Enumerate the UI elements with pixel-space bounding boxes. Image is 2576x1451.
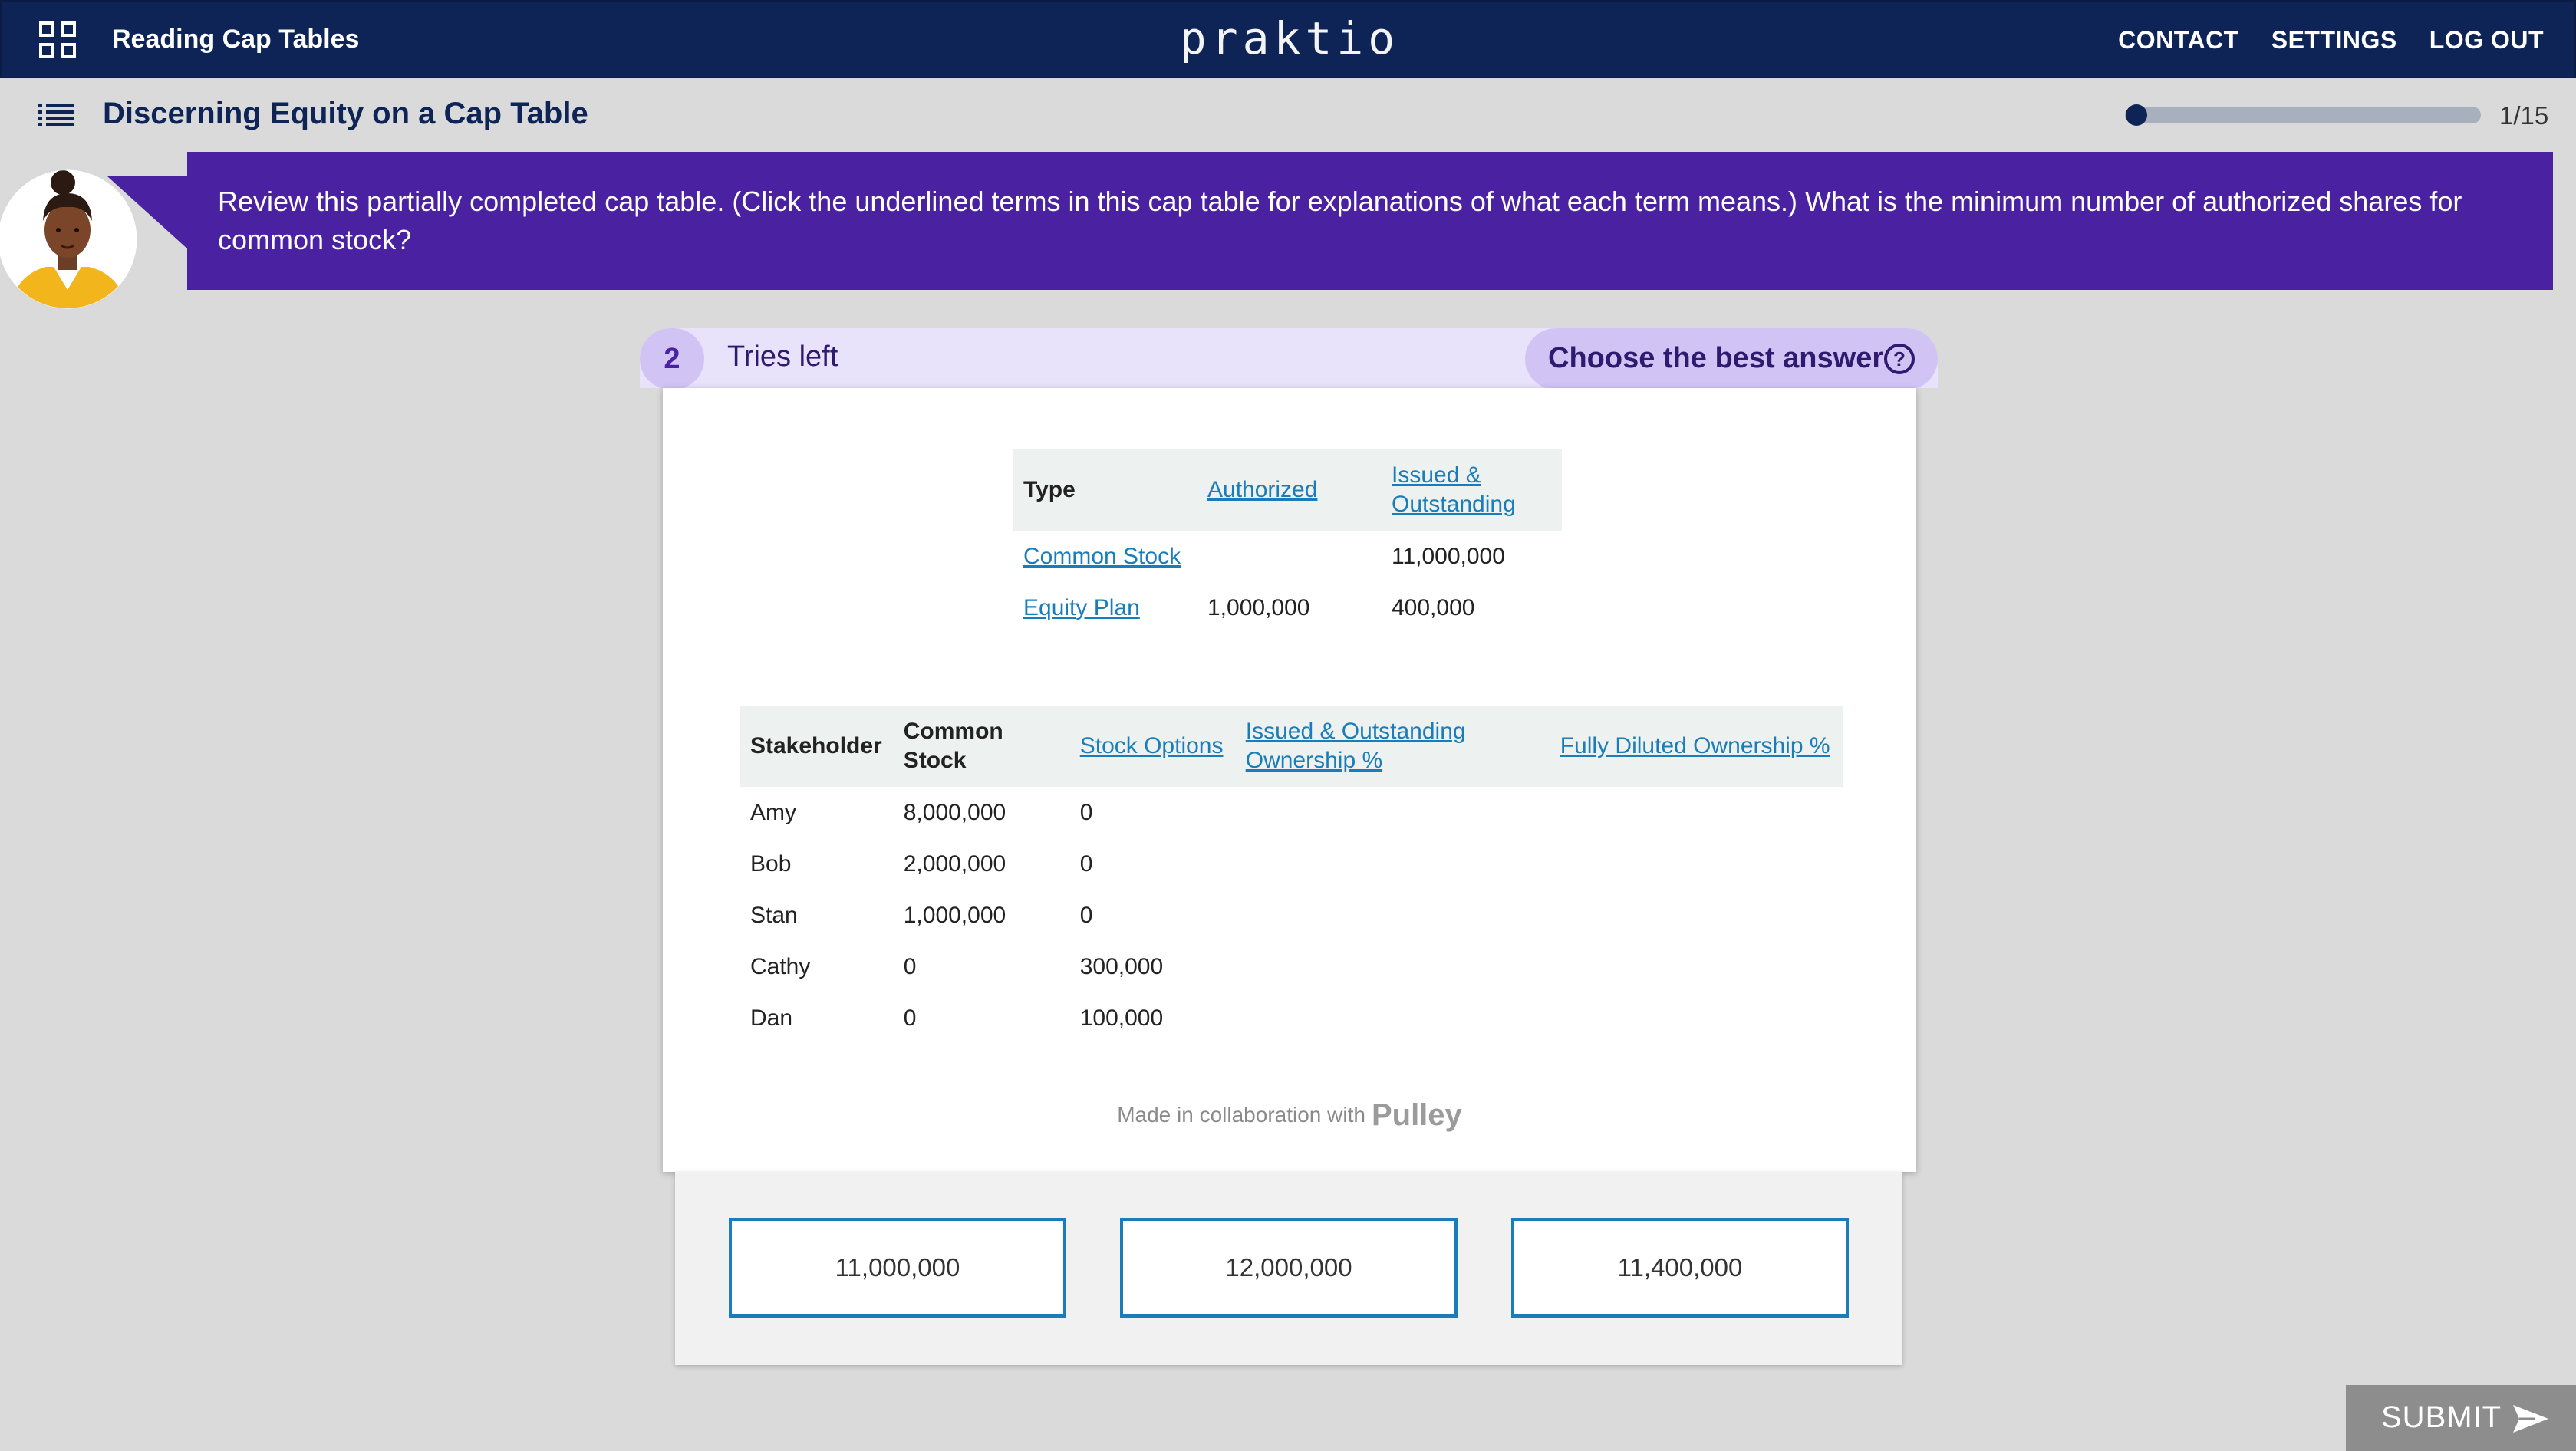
- table-cell: Cathy: [750, 953, 811, 979]
- partner-logo: Pulley: [1371, 1098, 1462, 1132]
- nav-contact-link[interactable]: CONTACT: [2118, 26, 2239, 54]
- term-link-equity-plan[interactable]: Equity Plan: [1023, 595, 1140, 620]
- table-row: Stan 1,000,000 0: [740, 890, 1843, 941]
- table-cell: [1550, 890, 1843, 941]
- table-row: Common Stock 11,000,000: [1013, 531, 1562, 582]
- table-cell: [1235, 787, 1550, 838]
- share-types-table: Type Authorized Issued & Outstanding Com…: [1013, 449, 1562, 633]
- collaboration-credit: Made in collaboration with Pulley: [663, 1098, 1916, 1133]
- table-cell: 0: [903, 953, 917, 979]
- tries-left-count: 2: [640, 328, 704, 390]
- table-cell: 1,000,000: [1207, 594, 1310, 620]
- answer-mode-label: Choose the best answer: [1548, 342, 1884, 374]
- table-cell: 100,000: [1079, 1005, 1164, 1031]
- table-cell: 8,000,000: [903, 799, 1006, 825]
- lesson-list-icon[interactable]: [38, 103, 74, 127]
- table-cell: 0: [1079, 902, 1093, 928]
- table-cell: 11,000,000: [1392, 543, 1505, 569]
- tries-left-label: Tries left: [727, 341, 838, 373]
- help-icon[interactable]: ?: [1884, 344, 1915, 374]
- table-cell: [1550, 838, 1843, 890]
- table-cell: Dan: [750, 1005, 793, 1031]
- table-row: Cathy 0 300,000: [740, 941, 1843, 992]
- table-cell: 2,000,000: [903, 851, 1006, 877]
- prompt-bubble: Review this partially completed cap tabl…: [187, 152, 2553, 290]
- table-cell: Amy: [750, 799, 796, 825]
- submit-button[interactable]: SUBMIT: [2346, 1385, 2576, 1451]
- column-header-type: Type: [1013, 449, 1197, 531]
- term-link-common-stock[interactable]: Common Stock: [1023, 544, 1181, 569]
- send-arrow-icon: [2513, 1405, 2548, 1433]
- table-cell: [1235, 838, 1550, 890]
- table-cell: [1550, 992, 1843, 1044]
- table-cell: 0: [903, 1005, 917, 1031]
- answer-choices: 11,000,000 12,000,000 11,400,000: [675, 1172, 1902, 1365]
- table-cell: [1197, 531, 1381, 582]
- table-cell: 1,000,000: [903, 902, 1006, 928]
- table-cell: 0: [1079, 851, 1093, 877]
- table-cell: Stan: [750, 902, 798, 928]
- term-link-issued-ownership[interactable]: Issued & Outstanding Ownership %: [1246, 719, 1466, 773]
- cap-table-card: Type Authorized Issued & Outstanding Com…: [663, 388, 1916, 1172]
- answer-choice-2[interactable]: 12,000,000: [1120, 1218, 1458, 1318]
- nav-settings-link[interactable]: SETTINGS: [2271, 26, 2397, 54]
- table-row: Dan 0 100,000: [740, 992, 1843, 1044]
- table-row: Equity Plan 1,000,000 400,000: [1013, 582, 1562, 633]
- answer-choice-1[interactable]: 11,000,000: [729, 1218, 1066, 1318]
- table-cell: [1550, 787, 1843, 838]
- term-link-stock-options[interactable]: Stock Options: [1080, 733, 1224, 758]
- answer-choice-3[interactable]: 11,400,000: [1511, 1218, 1849, 1318]
- stakeholders-table: Stakeholder Common Stock Stock Options I…: [740, 706, 1843, 1044]
- table-cell: 0: [1079, 799, 1093, 825]
- table-cell: 300,000: [1079, 953, 1164, 979]
- nav-logout-link[interactable]: LOG OUT: [2429, 26, 2544, 54]
- top-bar: Reading Cap Tables praktio CONTACT SETTI…: [0, 0, 2576, 78]
- table-cell: [1550, 941, 1843, 992]
- collaboration-text: Made in collaboration with: [1117, 1103, 1365, 1127]
- prompt-text: Review this partially completed cap tabl…: [218, 186, 2462, 255]
- column-header-common-stock: Common Stock: [892, 706, 1069, 787]
- progress-indicator: [2126, 104, 2147, 126]
- column-header-stakeholder: Stakeholder: [740, 706, 893, 787]
- table-cell: Bob: [750, 851, 792, 877]
- table-row: Amy 8,000,000 0: [740, 787, 1843, 838]
- table-cell: [1235, 941, 1550, 992]
- table-cell: [1235, 890, 1550, 941]
- progress-count: 1/15: [2499, 101, 2549, 130]
- submit-label: SUBMIT: [2381, 1400, 2502, 1434]
- lesson-title: Discerning Equity on a Cap Table: [103, 97, 588, 130]
- speech-bubble-tail: [107, 176, 189, 250]
- answer-mode-pill: Choose the best answer ?: [1525, 328, 1938, 390]
- term-link-authorized[interactable]: Authorized: [1207, 477, 1317, 502]
- table-row: Bob 2,000,000 0: [740, 838, 1843, 890]
- top-nav: CONTACT SETTINGS LOG OUT: [2118, 26, 2544, 54]
- term-link-issued-outstanding[interactable]: Issued & Outstanding: [1392, 462, 1516, 517]
- table-cell: [1235, 992, 1550, 1044]
- progress-bar: [2125, 107, 2481, 123]
- term-link-fully-diluted-ownership[interactable]: Fully Diluted Ownership %: [1560, 733, 1830, 758]
- table-cell: 400,000: [1392, 594, 1475, 620]
